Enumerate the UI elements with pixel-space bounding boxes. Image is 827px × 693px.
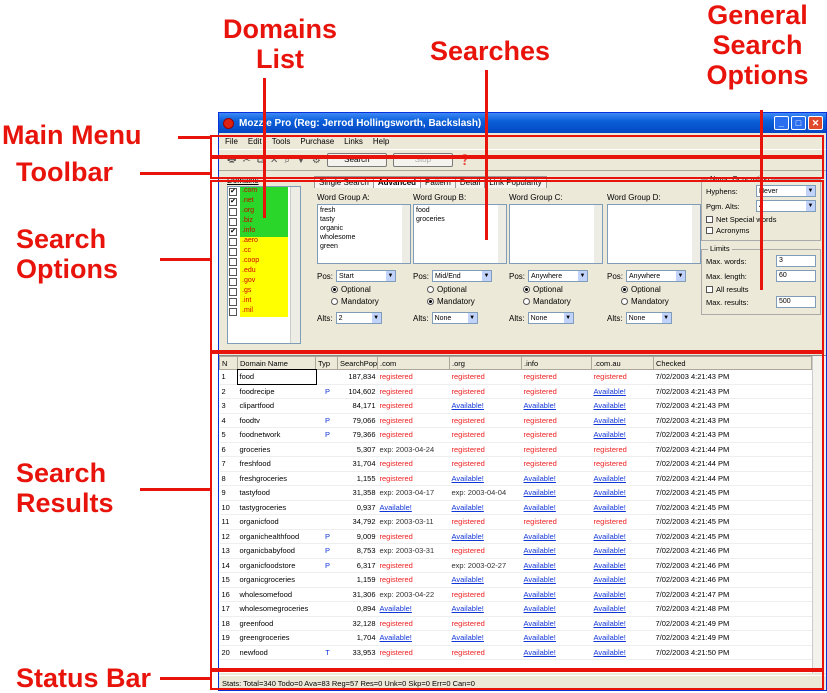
main-menu-highlight	[210, 135, 824, 157]
pointer-status-bar	[160, 677, 210, 680]
annotation-search-options: Search Options	[16, 224, 118, 284]
annotation-searches: Searches	[429, 36, 551, 66]
annotation-main-menu: Main Menu	[2, 120, 142, 150]
toolbar-highlight	[210, 157, 824, 179]
annotation-status-bar: Status Bar	[16, 663, 152, 693]
title-bar[interactable]: Mozzle Pro (Reg: Jerrod Hollingsworth, B…	[219, 113, 826, 133]
close-button[interactable]: ✕	[808, 116, 823, 130]
annotation-domains-list: Domains List	[222, 14, 338, 74]
search-options-highlight	[210, 180, 824, 352]
pointer-search-results	[140, 488, 210, 491]
app-icon	[223, 117, 234, 129]
status-bar-highlight	[210, 670, 824, 690]
pointer-general-options	[760, 110, 763, 290]
window-title: Mozzle Pro (Reg: Jerrod Hollingsworth, B…	[239, 117, 482, 129]
annotation-toolbar: Toolbar	[16, 157, 113, 187]
minimize-button[interactable]: _	[774, 116, 789, 130]
pointer-domains-list	[263, 78, 266, 218]
pointer-main-menu	[178, 136, 210, 139]
pointer-search-options	[160, 258, 210, 261]
search-results-highlight	[210, 352, 824, 670]
pointer-toolbar	[140, 172, 210, 175]
pointer-searches	[485, 70, 488, 240]
maximize-button[interactable]: □	[791, 116, 806, 130]
annotation-search-results: Search Results	[16, 458, 114, 518]
annotation-general-search-options: General Search Options	[706, 0, 809, 90]
